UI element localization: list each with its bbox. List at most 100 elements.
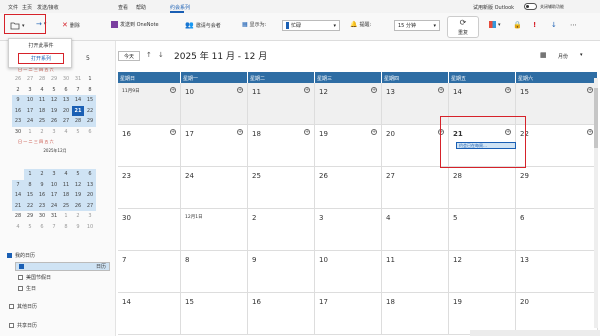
mini-day[interactable]: 25 <box>36 116 48 127</box>
day-cell[interactable]: 7 <box>118 251 181 293</box>
day-cell[interactable]: 12 <box>449 251 516 293</box>
mini-day[interactable]: 2 <box>36 169 48 180</box>
mini-day[interactable]: 10 <box>48 179 60 190</box>
prev-month-icon[interactable]: ↑ <box>146 51 152 59</box>
high-importance-button[interactable]: ! <box>533 21 536 29</box>
mini-day[interactable]: 13 <box>60 95 72 106</box>
add-event-icon[interactable]: + <box>371 129 377 135</box>
day-cell[interactable]: 11 <box>382 251 449 293</box>
day-cell[interactable]: 12月1日 <box>181 209 248 251</box>
mini-day[interactable]: 4 <box>36 85 48 96</box>
menu-send-receive[interactable]: 发送/接收 <box>37 4 59 11</box>
send-onenote-button[interactable]: 发送到 OneNote <box>111 21 159 28</box>
mini-day[interactable]: 26 <box>48 116 60 127</box>
add-event-icon[interactable]: + <box>587 87 593 93</box>
shared-calendars-checkbox[interactable] <box>9 323 14 328</box>
day-cell[interactable]: 18 + <box>248 125 315 167</box>
mini-day[interactable]: 13 <box>84 179 96 190</box>
menu-view[interactable]: 查看 <box>118 4 128 11</box>
day-cell[interactable]: 11 + <box>248 83 315 125</box>
view-selector[interactable]: 月份 <box>558 53 568 60</box>
mini-day[interactable]: 17 <box>48 190 60 201</box>
birthdays-checkbox[interactable] <box>18 286 23 291</box>
day-cell[interactable]: 30 <box>118 209 181 251</box>
mini-day[interactable]: 4 <box>12 222 24 233</box>
add-event-icon[interactable]: + <box>170 87 176 93</box>
mini-day[interactable]: 11 <box>60 179 72 190</box>
day-cell[interactable]: 20 + <box>382 125 449 167</box>
mini-day[interactable]: 2 <box>72 211 84 222</box>
mini-day[interactable]: 14 <box>12 190 24 201</box>
reminder-select[interactable]: 15 分钟 ▾ <box>394 20 440 31</box>
day-cell[interactable]: 19 + <box>315 125 382 167</box>
mini-day[interactable]: 6 <box>84 127 96 138</box>
mini-day[interactable]: 24 <box>48 200 60 211</box>
mini-day[interactable]: 6 <box>36 222 48 233</box>
day-cell[interactable]: 14 <box>118 293 181 335</box>
mini-day[interactable]: 26 <box>72 200 84 211</box>
day-cell[interactable]: 19 <box>449 293 516 335</box>
mini-day[interactable]: 1 <box>24 169 36 180</box>
mini-day[interactable]: 30 <box>12 127 24 138</box>
mini-day[interactable]: 8 <box>84 85 96 96</box>
mini-day[interactable]: 1 <box>84 74 96 85</box>
mini-day[interactable]: 24 <box>24 116 36 127</box>
mini-day[interactable]: 3 <box>48 127 60 138</box>
mini-day[interactable]: 1 <box>60 211 72 222</box>
mini-day[interactable]: 3 <box>84 211 96 222</box>
mini-day[interactable]: 18 <box>60 190 72 201</box>
show-as-select[interactable]: 忙碌 ▾ <box>282 20 340 31</box>
day-cell[interactable]: 13 <box>516 251 598 293</box>
tab-appointment-series[interactable]: 约会系列 <box>170 4 190 11</box>
mini-day[interactable]: 10 <box>84 222 96 233</box>
calendar-checkbox[interactable] <box>19 264 24 269</box>
mini-day[interactable]: 1 <box>24 127 36 138</box>
mini-day[interactable]: 21 <box>12 200 24 211</box>
day-cell[interactable]: 17 + <box>181 125 248 167</box>
day-cell[interactable]: 3 <box>315 209 382 251</box>
mini-day[interactable]: 27 <box>84 200 96 211</box>
mini-day[interactable]: 7 <box>72 85 84 96</box>
day-cell[interactable]: 15 + <box>516 83 598 125</box>
mini-day[interactable]: 27 <box>60 116 72 127</box>
day-cell[interactable]: 16 + <box>118 125 181 167</box>
menu-item-open-occurrence[interactable]: 打开此事件 <box>9 42 73 49</box>
mini-day[interactable]: 2 <box>12 85 24 96</box>
add-event-icon[interactable]: + <box>237 129 243 135</box>
low-importance-button[interactable]: ↓ <box>551 21 557 29</box>
mini-day[interactable]: 6 <box>84 169 96 180</box>
day-cell[interactable]: 16 <box>248 293 315 335</box>
mini-day[interactable]: 5 <box>72 127 84 138</box>
mini-day[interactable]: 29 <box>24 211 36 222</box>
mini-day[interactable]: 23 <box>36 200 48 211</box>
add-event-icon[interactable]: + <box>371 87 377 93</box>
mini-day[interactable]: 30 <box>60 74 72 85</box>
mini-day[interactable]: 8 <box>24 179 36 190</box>
mini-day[interactable]: 3 <box>48 169 60 180</box>
mini-day[interactable]: 9 <box>72 222 84 233</box>
add-event-icon[interactable]: + <box>170 129 176 135</box>
mini-day[interactable]: 5 <box>72 169 84 180</box>
day-cell[interactable]: 27 <box>382 167 449 209</box>
day-cell[interactable]: 6 <box>516 209 598 251</box>
day-cell[interactable]: 8 <box>181 251 248 293</box>
mini-day[interactable]: 21 <box>72 105 84 116</box>
mini-day[interactable]: 12 <box>48 95 60 106</box>
day-cell[interactable]: 28 <box>449 167 516 209</box>
chevron-down-icon[interactable]: ▾ <box>580 52 583 58</box>
mini-day[interactable]: 15 <box>24 190 36 201</box>
mini-day[interactable]: 20 <box>84 190 96 201</box>
menu-home[interactable]: 主页 <box>22 4 32 11</box>
mini-day[interactable]: 16 <box>12 105 24 116</box>
next-month-icon[interactable]: ↓ <box>158 51 164 59</box>
day-cell[interactable]: 25 <box>248 167 315 209</box>
mini-day[interactable]: 28 <box>36 74 48 85</box>
day-cell[interactable]: 22 + <box>516 125 598 167</box>
other-calendars-header[interactable]: 其他日历 <box>6 302 101 311</box>
day-cell[interactable]: 10 <box>315 251 382 293</box>
mini-day[interactable]: 22 <box>84 105 96 116</box>
mini-day[interactable]: 7 <box>12 179 24 190</box>
mini-day[interactable] <box>12 169 24 180</box>
mini-day[interactable]: 22 <box>24 200 36 211</box>
mini-day[interactable]: 25 <box>60 200 72 211</box>
